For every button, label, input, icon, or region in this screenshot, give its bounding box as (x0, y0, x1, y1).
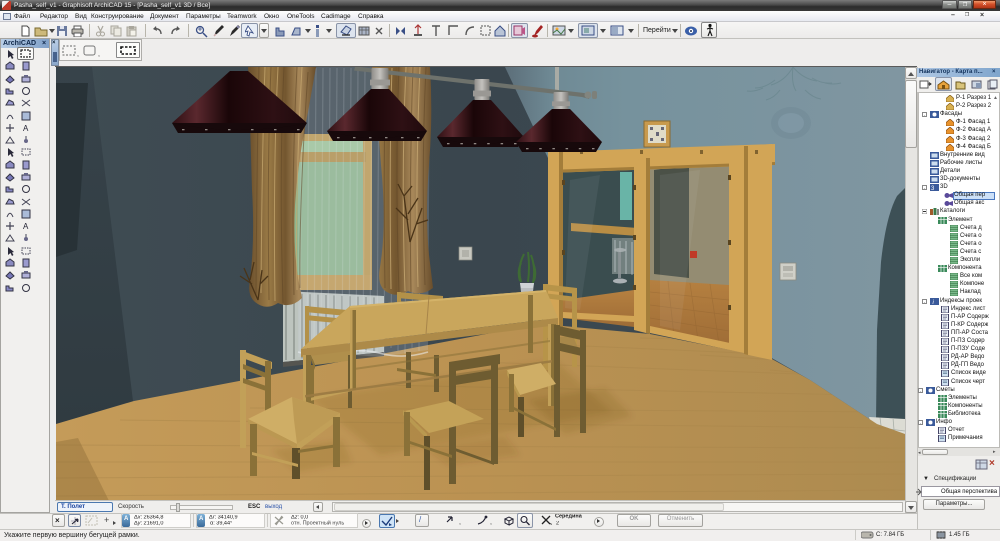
svg-text:A: A (23, 222, 29, 231)
svg-text:A: A (23, 124, 29, 133)
